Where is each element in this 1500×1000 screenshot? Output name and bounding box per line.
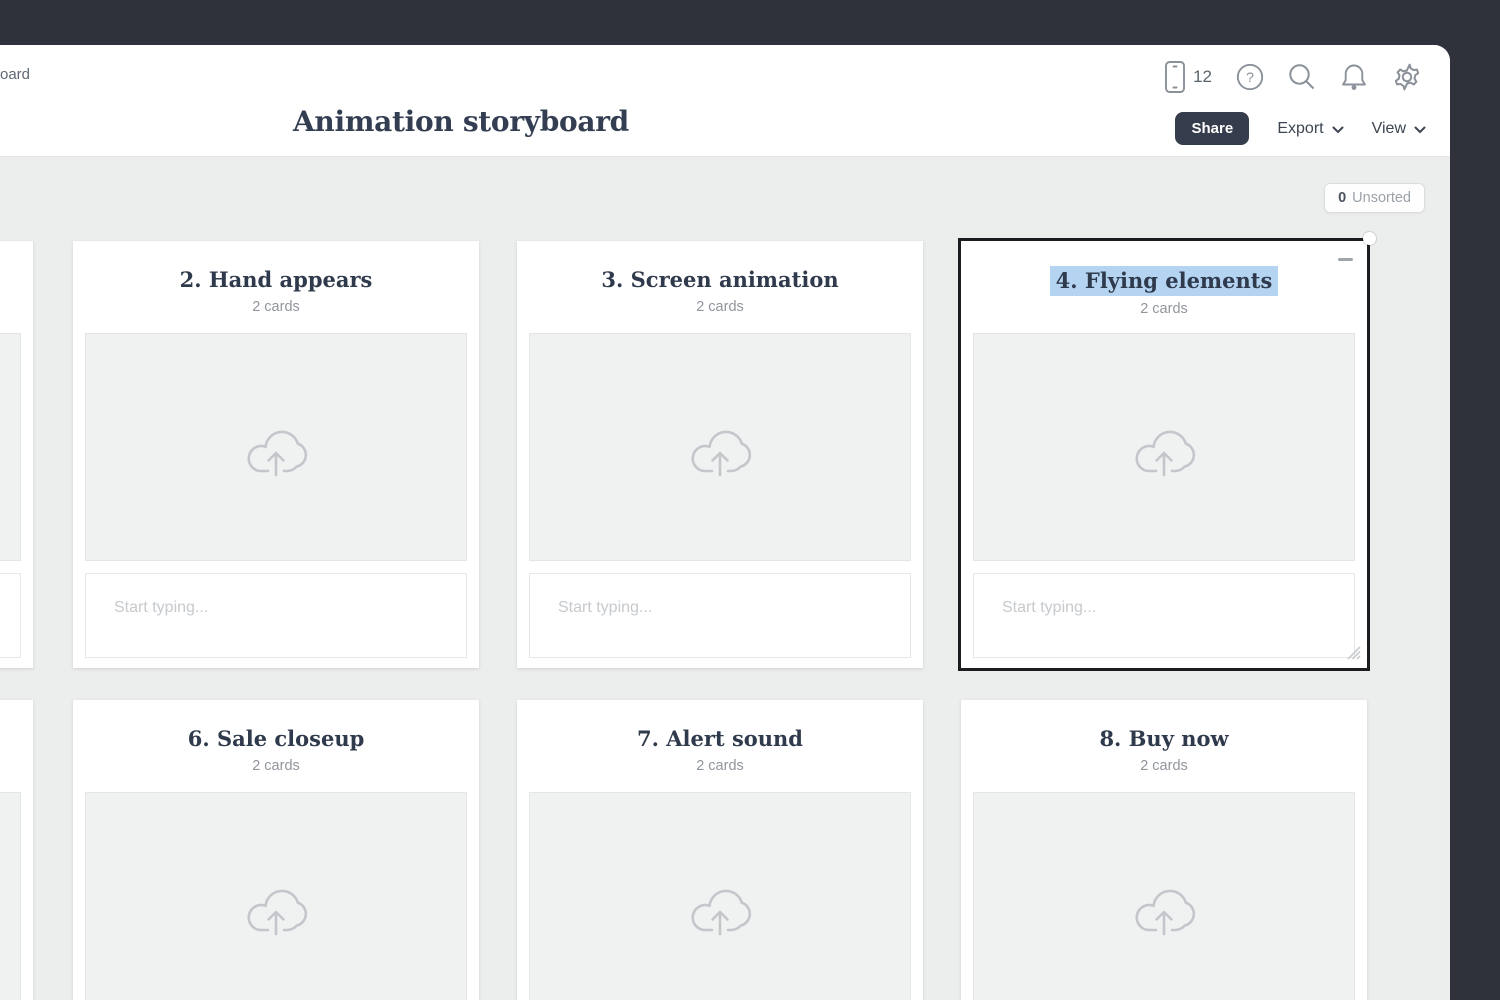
- view-menu-button[interactable]: View: [1372, 120, 1426, 138]
- notifications-button[interactable]: [1340, 62, 1368, 92]
- unsorted-count: 0: [1338, 190, 1346, 206]
- card-head: 4. Flying elements 2 cards: [961, 241, 1367, 317]
- card-title[interactable]: 7. Alert sound: [637, 725, 803, 753]
- storyboard-card[interactable]: 8. Buy now 2 cards: [961, 700, 1367, 1000]
- collapse-card-button[interactable]: [1338, 258, 1353, 261]
- card-subtitle: 2 cards: [961, 758, 1367, 774]
- bell-icon: [1340, 62, 1368, 92]
- storyboard-card[interactable]: 6. Sale closeup 2 cards: [73, 700, 479, 1000]
- view-label: View: [1372, 120, 1406, 138]
- upload-dropzone[interactable]: [529, 333, 911, 561]
- cloud-upload-icon: [1126, 414, 1202, 480]
- share-button[interactable]: Share: [1175, 112, 1249, 145]
- gear-icon: [1392, 62, 1422, 92]
- chevron-down-icon: [1332, 126, 1344, 134]
- card-title[interactable]: 6. Sale closeup: [188, 725, 365, 753]
- page-title: Animation storyboard: [293, 105, 629, 138]
- selection-corner-handle[interactable]: [1363, 232, 1376, 245]
- card-subtitle: 2 cards: [73, 299, 479, 315]
- cloud-upload-icon: [238, 873, 314, 939]
- storyboard-card[interactable]: 7. Alert sound 2 cards: [517, 700, 923, 1000]
- chevron-down-icon: [1414, 126, 1426, 134]
- card-subtitle: 2 cards: [73, 758, 479, 774]
- search-icon: [1288, 63, 1316, 91]
- card-title[interactable]: 3. Screen animation: [601, 266, 838, 294]
- frame-count: 12: [1193, 67, 1212, 87]
- card-note-input[interactable]: [0, 573, 21, 658]
- app-window: oard 12 ?: [0, 45, 1450, 1000]
- card-subtitle: 2 cards: [517, 299, 923, 315]
- cloud-upload-icon: [682, 873, 758, 939]
- card-head: 3. Screen animation 2 cards: [517, 241, 923, 315]
- card-note-input[interactable]: [529, 573, 911, 658]
- settings-button[interactable]: [1392, 62, 1422, 92]
- storyboard-card-selected[interactable]: 4. Flying elements 2 cards: [961, 241, 1367, 668]
- storyboard-card[interactable]: 2. Hand appears 2 cards: [73, 241, 479, 668]
- card-subtitle: 2 cards: [517, 758, 923, 774]
- storyboard-card-partial[interactable]: [0, 241, 33, 668]
- upload-dropzone[interactable]: [973, 792, 1355, 1000]
- export-menu-button[interactable]: Export: [1277, 120, 1343, 138]
- card-subtitle: 2 cards: [961, 301, 1367, 317]
- breadcrumb[interactable]: oard: [0, 66, 30, 83]
- upload-dropzone[interactable]: [973, 333, 1355, 561]
- card-title[interactable]: 2. Hand appears: [180, 266, 373, 294]
- unsorted-badge[interactable]: 0 Unsorted: [1324, 183, 1425, 213]
- app-header: oard 12 ?: [0, 45, 1450, 157]
- phone-icon: [1164, 60, 1186, 94]
- card-head: 2. Hand appears 2 cards: [73, 241, 479, 315]
- card-title[interactable]: 8. Buy now: [1099, 725, 1228, 753]
- top-icon-bar: 12 ?: [1164, 57, 1422, 97]
- upload-dropzone[interactable]: [529, 792, 911, 1000]
- card-note-input[interactable]: [85, 573, 467, 658]
- unsorted-label: Unsorted: [1352, 190, 1411, 206]
- storyboard-card[interactable]: 3. Screen animation 2 cards: [517, 241, 923, 668]
- search-button[interactable]: [1288, 63, 1316, 91]
- card-note-input[interactable]: [973, 573, 1355, 658]
- card-title[interactable]: 4. Flying elements: [1050, 266, 1279, 296]
- svg-text:?: ?: [1246, 69, 1254, 85]
- cloud-upload-icon: [238, 414, 314, 480]
- cloud-upload-icon: [682, 414, 758, 480]
- export-label: Export: [1277, 120, 1323, 138]
- resize-grip-icon[interactable]: [1343, 642, 1363, 662]
- header-actions: Share Export View: [1175, 112, 1426, 145]
- cloud-upload-icon: [1126, 873, 1202, 939]
- upload-dropzone[interactable]: [0, 333, 21, 561]
- upload-dropzone[interactable]: [0, 792, 21, 1000]
- upload-dropzone[interactable]: [85, 333, 467, 561]
- device-preview-button[interactable]: 12: [1164, 60, 1212, 94]
- card-head: 6. Sale closeup 2 cards: [73, 700, 479, 774]
- storyboard-card-partial[interactable]: [0, 700, 33, 1000]
- help-icon: ?: [1236, 63, 1264, 91]
- card-head: 7. Alert sound 2 cards: [517, 700, 923, 774]
- help-button[interactable]: ?: [1236, 63, 1264, 91]
- card-head: 8. Buy now 2 cards: [961, 700, 1367, 774]
- upload-dropzone[interactable]: [85, 792, 467, 1000]
